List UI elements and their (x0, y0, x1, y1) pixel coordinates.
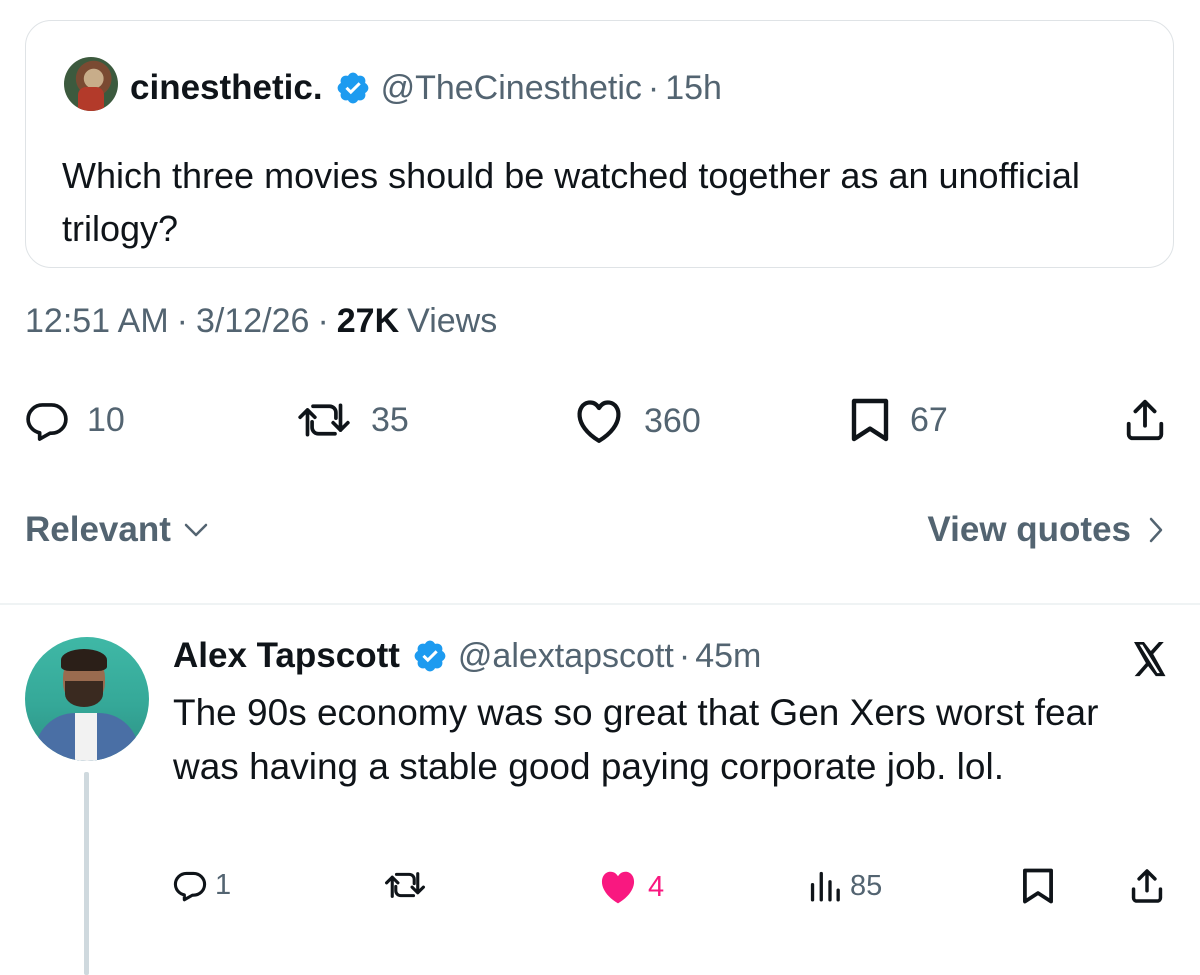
reply-share-button[interactable] (1128, 866, 1166, 906)
share-icon (1126, 399, 1164, 441)
like-count: 360 (644, 401, 701, 440)
reply-reply-count: 1 (215, 868, 232, 901)
view-quotes-label: View quotes (927, 510, 1131, 549)
verified-badge-icon (337, 72, 368, 104)
quoted-author-handle[interactable]: @TheCinesthetic (381, 69, 642, 108)
reply-button[interactable]: 10 (25, 398, 125, 442)
reply-tweet-time[interactable]: 45m (695, 637, 761, 676)
repost-icon (385, 872, 425, 898)
quoted-tweet-header: cinesthetic. @TheCinesthetic · 15h (130, 63, 722, 113)
reply-icon (26, 403, 68, 441)
reply-bookmark-button[interactable] (1020, 866, 1056, 906)
reply-like-button[interactable]: 4 (596, 868, 664, 906)
chevron-down-icon (184, 523, 208, 537)
quoted-tweet-text: Which three movies should be watched tog… (62, 155, 1080, 249)
repost-button[interactable]: 35 (295, 398, 409, 442)
view-quotes-link[interactable]: View quotes (927, 510, 1165, 550)
tweet-meta: 12:51 AM · 3/12/26 · 27K Views (25, 302, 497, 341)
bookmark-icon (851, 398, 889, 442)
reply-author-handle[interactable]: @alextapscott (458, 637, 674, 676)
reply-author-avatar[interactable] (25, 637, 149, 761)
quoted-author-name[interactable]: cinesthetic. (130, 68, 323, 108)
verified-badge-icon (414, 640, 446, 672)
bookmark-button[interactable]: 67 (848, 396, 948, 444)
thread-line (84, 772, 89, 975)
reply-repost-button[interactable] (382, 868, 428, 902)
chevron-right-icon (1149, 517, 1163, 543)
like-icon (601, 871, 635, 904)
separator-dot: · (678, 636, 691, 675)
reply-views-count: 85 (850, 869, 883, 902)
views-icon (810, 871, 840, 902)
reply-count: 10 (87, 400, 125, 439)
share-button[interactable] (1122, 396, 1168, 444)
tweet-date[interactable]: 3/12/26 (196, 302, 309, 341)
divider (0, 603, 1200, 605)
reply-tweet-header: Alex Tapscott @alextapscott · 45m (173, 632, 761, 680)
views-label: Views (407, 302, 498, 340)
quoted-tweet-card[interactable]: cinesthetic. @TheCinesthetic · 15h Which… (25, 20, 1174, 268)
like-icon (577, 400, 621, 443)
like-button[interactable]: 360 (572, 398, 701, 444)
separator-dot: · (176, 302, 188, 340)
sort-dropdown[interactable]: Relevant (25, 510, 209, 550)
repost-count: 35 (371, 400, 409, 439)
reply-reply-button[interactable]: 1 (173, 868, 231, 902)
bookmark-icon (1023, 868, 1053, 904)
x-logo-icon (1134, 641, 1166, 677)
separator-dot: · (647, 68, 660, 107)
reply-views-button[interactable]: 85 (808, 868, 882, 904)
repost-icon (298, 403, 350, 437)
reply-like-count: 4 (648, 870, 665, 903)
sort-label: Relevant (25, 510, 171, 549)
bookmark-count: 67 (910, 400, 948, 439)
tweet-time[interactable]: 12:51 AM (25, 302, 169, 341)
reply-tweet-text: The 90s economy was so great that Gen Xe… (173, 692, 1099, 787)
separator-dot: · (317, 302, 329, 340)
share-icon (1131, 869, 1163, 903)
quoted-author-avatar[interactable] (64, 57, 118, 111)
views-count: 27K (336, 302, 400, 340)
reply-author-name[interactable]: Alex Tapscott (173, 636, 400, 676)
quoted-tweet-time[interactable]: 15h (665, 69, 722, 108)
reply-icon (173, 871, 207, 902)
